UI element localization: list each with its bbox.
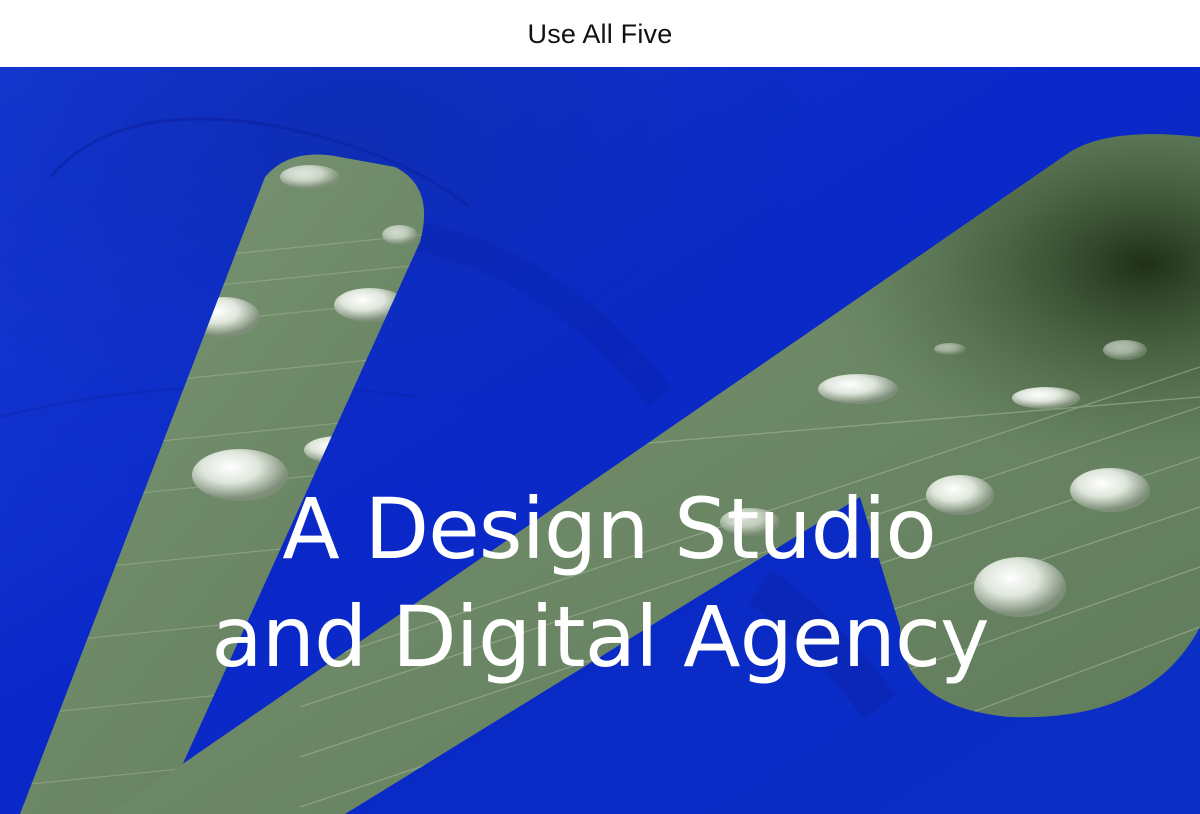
hero-headline-line-1: A Design Studio bbox=[282, 480, 936, 578]
hero-background-image bbox=[0, 67, 1200, 814]
hero-headline: A Design Studio and Digital Agency bbox=[0, 475, 1200, 691]
brand-logo-link[interactable]: Use All Five bbox=[528, 17, 673, 50]
hero-section: A Design Studio and Digital Agency bbox=[0, 67, 1200, 814]
hero-headline-line-2: and Digital Agency bbox=[211, 588, 989, 686]
site-header: Use All Five bbox=[0, 0, 1200, 67]
